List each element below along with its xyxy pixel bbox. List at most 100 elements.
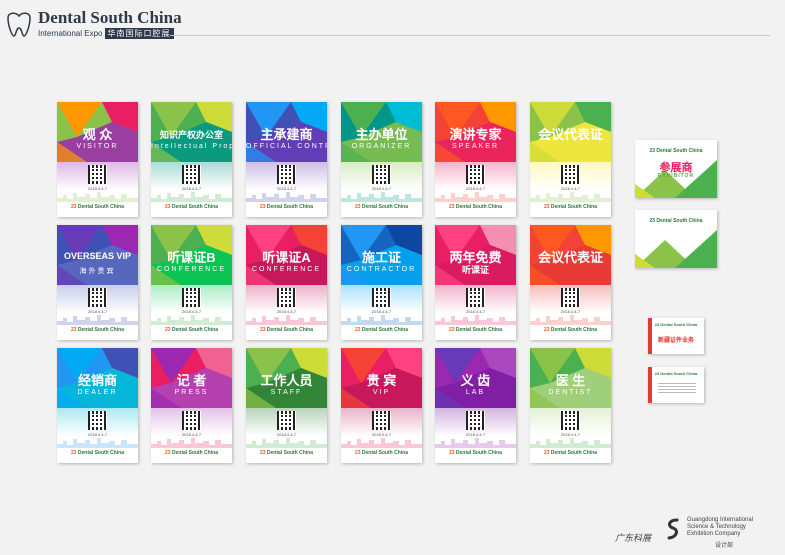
mini-card: 23 Dental South China 新疆证件业务 <box>648 318 704 354</box>
badge-card: 观 众 VISITOR 2018.4.4-7 23 Dental South C… <box>57 102 138 217</box>
badge-brand: 23 Dental South China <box>164 450 219 456</box>
qr-code-icon <box>561 165 580 184</box>
mini-card-brand: 23 Dental South China <box>654 322 698 327</box>
mini-card-brand: 23 Dental South China <box>649 148 703 154</box>
skyline-icon <box>530 192 611 202</box>
qr-code-icon <box>182 165 201 184</box>
skyline-icon <box>435 438 516 448</box>
brand-subtitle: International Expo 华南国际口腔展 <box>38 28 174 39</box>
badge-brand: 23 Dental South China <box>164 204 219 210</box>
header-rule <box>170 35 770 36</box>
badge-brand: 23 Dental South China <box>259 450 314 456</box>
qr-code-icon <box>466 288 485 307</box>
badge-subtitle: 海外贵宾 <box>79 268 116 275</box>
mini-card: 23 Dental South China <box>635 210 717 268</box>
company-dept: 设计部 <box>715 543 734 549</box>
qr-code-icon <box>561 411 580 430</box>
qr-code-icon <box>88 411 107 430</box>
skyline-icon <box>57 192 138 202</box>
company-name-cn: 广东科展 <box>615 533 652 543</box>
badge-brand: 23 Dental South China <box>259 204 314 210</box>
badge-title: 知识产权办公室 <box>159 130 223 140</box>
badge-card: 经销商 DEALER 2018.4.4-7 23 Dental South Ch… <box>57 348 138 463</box>
company-footer: 广东科展 Guangdong International Science & Te… <box>615 515 775 549</box>
badge-card: 义 齿 LAB 2018.4.4-7 23 Dental South China <box>435 348 516 463</box>
badge-title: 观 众 <box>82 127 113 142</box>
badge-subtitle: Intellectual Property Rights Office <box>151 143 232 150</box>
badge-card: 演讲专家 SPEAKER 2018.4.4-7 23 Dental South … <box>435 102 516 217</box>
qr-code-icon <box>88 288 107 307</box>
skyline-icon <box>57 438 138 448</box>
skyline-icon <box>435 192 516 202</box>
tooth-logo-icon <box>7 12 31 37</box>
badge-brand: 23 Dental South China <box>70 450 125 456</box>
mini-card-lines <box>658 383 696 395</box>
badge-brand: 23 Dental South China <box>354 204 409 210</box>
mini-card-brand: 23 Dental South China <box>649 218 703 224</box>
badge-card: 主承建商 OFFICIAL CONTRACTOR 2018.4.4-7 23 D… <box>246 102 327 217</box>
mini-card-brand: 23 Dental South China <box>654 371 698 376</box>
qr-code-icon <box>88 165 107 184</box>
mini-card-title: 新疆证件业务 <box>657 338 694 344</box>
badge-subtitle: SPEAKER <box>451 143 500 150</box>
qr-code-icon <box>182 411 201 430</box>
badge-card: 听课证B CONFERENCE 2018.4.4-7 23 Dental Sou… <box>151 225 232 340</box>
qr-code-icon <box>372 411 391 430</box>
skyline-icon <box>246 192 327 202</box>
brand-title: Dental South China <box>38 8 182 27</box>
badge-title: 主办单位 <box>355 127 408 142</box>
badge-card: 工作人员 STAFF 2018.4.4-7 23 Dental South Ch… <box>246 348 327 463</box>
badge-brand: 23 Dental South China <box>543 450 598 456</box>
badge-subtitle: DEALER <box>77 389 118 396</box>
badge-brand: 23 Dental South China <box>259 327 314 333</box>
badge-title: 演讲专家 <box>449 127 502 142</box>
badge-brand: 23 Dental South China <box>354 327 409 333</box>
badge-title: 记 者 <box>176 373 207 388</box>
qr-code-icon <box>277 165 296 184</box>
badge-title: 贵 宾 <box>366 373 397 388</box>
badge-card: 记 者 PRESS 2018.4.4-7 23 Dental South Chi… <box>151 348 232 463</box>
skyline-icon <box>246 438 327 448</box>
badge-brand: 23 Dental South China <box>448 204 503 210</box>
skyline-icon <box>530 438 611 448</box>
badge-title: 听课证A <box>262 250 311 265</box>
badge-brand: 23 Dental South China <box>448 327 503 333</box>
badge-card: 贵 宾 VIP 2018.4.4-7 23 Dental South China <box>341 348 422 463</box>
qr-code-icon <box>561 288 580 307</box>
skyline-icon <box>246 315 327 325</box>
qr-code-icon <box>372 165 391 184</box>
badge-subtitle: OFFICIAL CONTRACTOR <box>246 143 327 150</box>
header: Dental South China International Expo 华南国… <box>0 0 785 40</box>
badge-subtitle: VISITOR <box>76 143 119 150</box>
skyline-icon <box>151 315 232 325</box>
badge-title: 医 生 <box>555 373 586 388</box>
badge-brand: 23 Dental South China <box>354 450 409 456</box>
mini-card: 23 Dental South China 参展商 EXHIBITOR <box>635 140 717 198</box>
badge-card: 知识产权办公室 Intellectual Property Rights Off… <box>151 102 232 217</box>
skyline-icon <box>341 438 422 448</box>
badge-subtitle: DENTIST <box>548 389 593 396</box>
qr-code-icon <box>466 165 485 184</box>
company-logo-icon <box>667 518 679 540</box>
badge-brand: 23 Dental South China <box>164 327 219 333</box>
badge-title: OVERSEAS VIP <box>63 251 132 261</box>
skyline-icon <box>341 192 422 202</box>
badge-title: 施工证 <box>361 250 401 265</box>
badge-title: 义 齿 <box>460 373 491 388</box>
badge-title: 会议代表证 <box>537 127 603 142</box>
badge-card: 主办单位 ORGANIZER 2018.4.4-7 23 Dental Sout… <box>341 102 422 217</box>
company-name-en: Guangdong International Science & Technol… <box>687 517 754 537</box>
qr-code-icon <box>182 288 201 307</box>
badge-title: 主承建商 <box>260 127 313 142</box>
badge-brand: 23 Dental South China <box>70 204 125 210</box>
skyline-icon <box>151 438 232 448</box>
badge-card: 两年免费 听课证 2018.4.4-7 23 Dental South Chin… <box>435 225 516 340</box>
badge-title: 会议代表证 <box>537 250 603 265</box>
qr-code-icon <box>277 288 296 307</box>
badge-title: 经销商 <box>77 373 117 388</box>
badge-card: 施工证 CONTRACTOR 2018.4.4-7 23 Dental Sout… <box>341 225 422 340</box>
badge-card: 医 生 DENTIST 2018.4.4-7 23 Dental South C… <box>530 348 611 463</box>
badge-subtitle: CONFERENCE <box>251 266 321 273</box>
mini-card-subtitle: EXHIBITOR <box>657 173 695 179</box>
badge-card: 听课证A CONFERENCE 2018.4.4-7 23 Dental Sou… <box>246 225 327 340</box>
